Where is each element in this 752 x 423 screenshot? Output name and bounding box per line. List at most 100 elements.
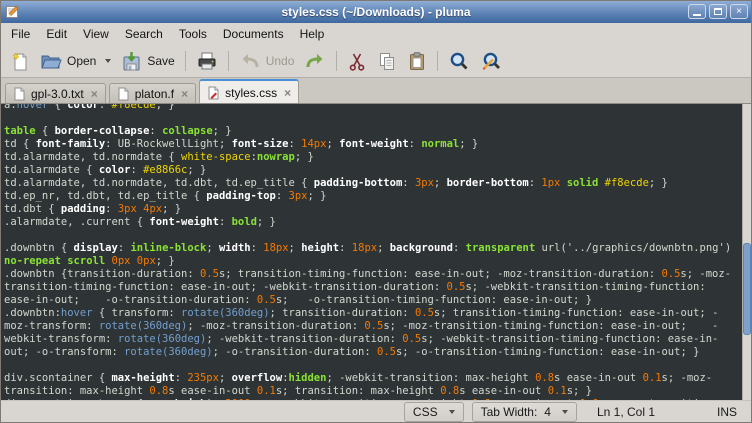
tab-close-icon[interactable]: × (181, 89, 188, 99)
code-line: a:hover { color: #f8ecde; } (4, 104, 742, 112)
cut-button[interactable] (342, 49, 372, 74)
code-line: td.dbt { padding: 3px 4px; } (4, 203, 742, 216)
find-replace-icon (480, 51, 502, 72)
language-label: CSS (413, 405, 438, 419)
menu-documents[interactable]: Documents (215, 24, 292, 44)
menu-tools[interactable]: Tools (171, 24, 215, 44)
document-icon (117, 87, 130, 101)
document-icon (13, 87, 26, 101)
open-button-label: Open (67, 54, 96, 68)
code-line: td.ep_nr, td.dbt, td.ep_title { padding-… (4, 190, 742, 203)
search-icon (448, 51, 470, 72)
paste-clipboard-icon (407, 51, 427, 72)
toolbar-separator (228, 51, 229, 71)
code-line: td { font-family: UB-RockwellLight; font… (4, 138, 742, 151)
tab-width-label: Tab Width: (481, 405, 538, 419)
paste-button[interactable] (402, 49, 432, 74)
code-line (4, 112, 742, 125)
tab-bar: gpl-3.0.txt × platon.f × styles.css × (1, 78, 751, 103)
menu-search[interactable]: Search (117, 24, 171, 44)
window-title: styles.css (~/Downloads) - pluma (1, 5, 751, 19)
pluma-window: styles.css (~/Downloads) - pluma × File … (0, 0, 752, 423)
toolbar-separator (437, 51, 438, 71)
new-document-icon (10, 51, 30, 72)
code-line: .alarmdate, .current { font-weight: bold… (4, 216, 742, 229)
tab-width-value: 4 (544, 405, 551, 419)
close-button[interactable]: × (730, 4, 748, 19)
menu-edit[interactable]: Edit (38, 24, 75, 44)
minimize-button[interactable] (688, 4, 706, 19)
pluma-app-icon (5, 4, 21, 20)
tab-label: gpl-3.0.txt (31, 87, 84, 101)
toolbar-separator (185, 51, 186, 71)
code-line: transition: max-height 0.8s ease-in-out … (4, 385, 742, 398)
maximize-icon (714, 8, 722, 15)
tab-label: platon.f (135, 87, 174, 101)
editor: a:hover { color: #f8ecde; } table { borde… (1, 103, 751, 400)
code-line: td.alarmdate, td.normdate { white-space:… (4, 151, 742, 164)
copy-button[interactable] (372, 49, 402, 74)
menu-view[interactable]: View (75, 24, 117, 44)
tab-width-selector[interactable]: Tab Width: 4 (472, 402, 577, 422)
tab-close-icon[interactable]: × (91, 89, 98, 99)
toolbar-separator (336, 51, 337, 71)
cursor-position: Ln 1, Col 1 (597, 405, 707, 419)
text-view[interactable]: a:hover { color: #f8ecde; } table { borde… (1, 104, 742, 400)
code-line: .downbtn { display: inline-block; width:… (4, 242, 742, 255)
scrollbar-thumb[interactable] (743, 243, 751, 335)
code-line: transition-timing-function: ease-in-out;… (4, 281, 742, 294)
new-document-button[interactable] (5, 49, 35, 74)
undo-button[interactable]: Undo (234, 49, 300, 73)
undo-icon (239, 51, 261, 71)
print-icon (196, 51, 218, 71)
tab-platon-f[interactable]: platon.f × (109, 83, 196, 103)
undo-button-label: Undo (266, 54, 295, 68)
code-line: ease-in-out; -o-transition-duration: 0.5… (4, 294, 742, 307)
tab-label: styles.css (225, 86, 277, 100)
open-button[interactable]: Open (35, 49, 116, 73)
menu-bar: File Edit View Search Tools Documents He… (1, 23, 751, 45)
code-line: td.alarmdate, td.normdate, td.dbt, td.ep… (4, 177, 742, 190)
code-line (4, 229, 742, 242)
language-selector[interactable]: CSS (404, 402, 464, 422)
redo-button[interactable] (299, 49, 331, 73)
code-area: a:hover { color: #f8ecde; } table { borde… (4, 104, 742, 400)
minimize-icon (693, 14, 701, 16)
print-button[interactable] (191, 49, 223, 73)
redo-icon (304, 51, 326, 71)
status-bar: CSS Tab Width: 4 Ln 1, Col 1 INS (1, 400, 751, 422)
toolbar: Open Save (1, 45, 751, 78)
code-line: div.scontainer { max-height: 235px; over… (4, 372, 742, 385)
menu-help[interactable]: Help (292, 24, 333, 44)
tab-gpl-3-0-txt[interactable]: gpl-3.0.txt × (5, 83, 106, 103)
maximize-button[interactable] (709, 4, 727, 19)
code-line (4, 359, 742, 372)
tab-close-icon[interactable]: × (284, 88, 291, 98)
document-modified-icon (207, 86, 220, 100)
code-line: .downbtn {transition-duration: 0.5s; tra… (4, 268, 742, 281)
title-bar[interactable]: styles.css (~/Downloads) - pluma × (1, 1, 751, 23)
code-line: .downbtn:hover { transform: rotate(360de… (4, 307, 742, 320)
chevron-down-icon (562, 410, 568, 414)
save-icon (121, 51, 142, 72)
code-line: moz-transform: rotate(360deg); -moz-tran… (4, 320, 742, 333)
code-line: out; -o-transform: rotate(360deg); -o-tr… (4, 346, 742, 359)
code-line: webkit-transform: rotate(360deg); -webki… (4, 333, 742, 346)
code-line: no-repeat scroll 0px 0px; } (4, 255, 742, 268)
menu-file[interactable]: File (3, 24, 38, 44)
find-button[interactable] (443, 49, 475, 74)
close-icon: × (736, 7, 742, 17)
insert-mode-indicator: INS (717, 405, 737, 419)
open-dropdown-chevron-icon[interactable] (105, 59, 111, 63)
tab-styles-css[interactable]: styles.css × (199, 79, 299, 103)
open-folder-icon (40, 51, 62, 71)
vertical-scrollbar[interactable] (742, 104, 751, 400)
code-line: td.alarmdate { color: #e8866c; } (4, 164, 742, 177)
chevron-down-icon (449, 410, 455, 414)
cut-scissors-icon (347, 51, 367, 72)
save-button[interactable]: Save (116, 49, 179, 74)
save-button-label: Save (147, 54, 174, 68)
code-line: table { border-collapse: collapse; } (4, 125, 742, 138)
replace-button[interactable] (475, 49, 507, 74)
copy-icon (377, 51, 397, 72)
